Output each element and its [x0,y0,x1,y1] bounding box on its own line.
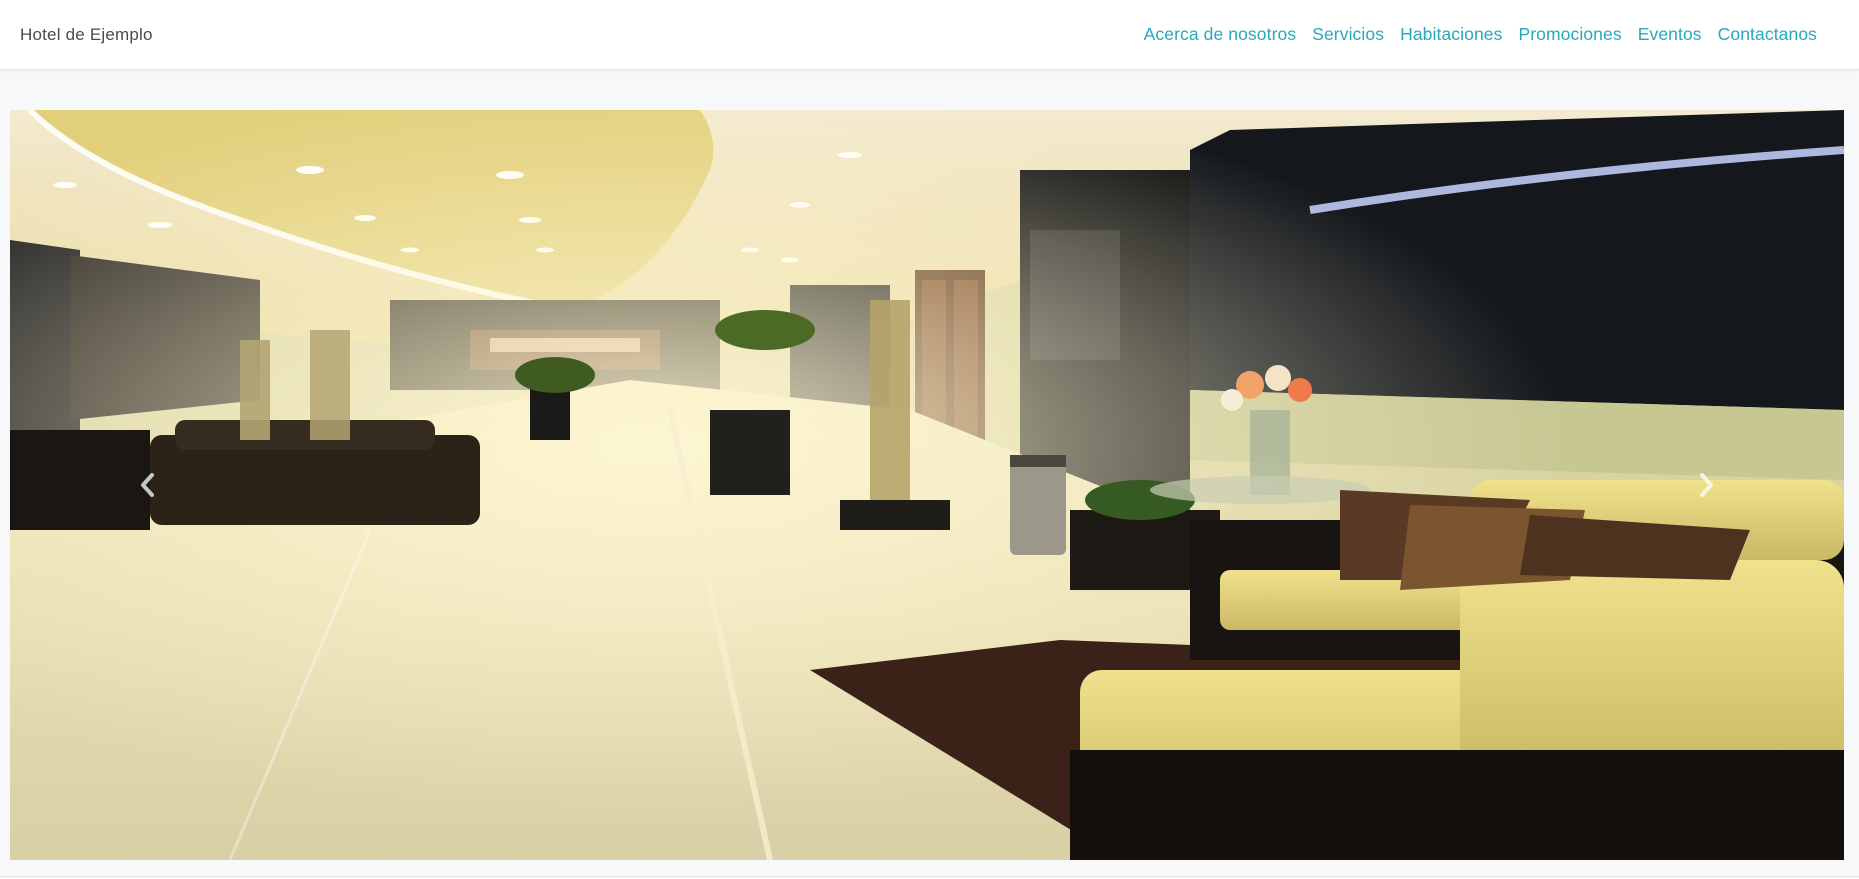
carousel-prev-button[interactable] [10,110,285,860]
nav-link-rooms[interactable]: Habitaciones [1392,24,1510,45]
nav-menu: Acerca de nosotros Servicios Habitacione… [1136,24,1825,45]
nav-link-events[interactable]: Eventos [1630,24,1710,45]
carousel-next-button[interactable] [1569,110,1844,860]
nav-link-about[interactable]: Acerca de nosotros [1136,24,1305,45]
chevron-right-icon [1700,473,1714,497]
chevron-left-icon [140,473,154,497]
nav-link-promotions[interactable]: Promociones [1510,24,1629,45]
section-divider [0,876,1859,877]
hero-carousel [10,110,1844,860]
nav-link-services[interactable]: Servicios [1304,24,1392,45]
nav-link-contact[interactable]: Contactanos [1710,24,1825,45]
brand-link[interactable]: Hotel de Ejemplo [20,25,153,45]
top-navbar: Hotel de Ejemplo Acerca de nosotros Serv… [0,0,1859,70]
